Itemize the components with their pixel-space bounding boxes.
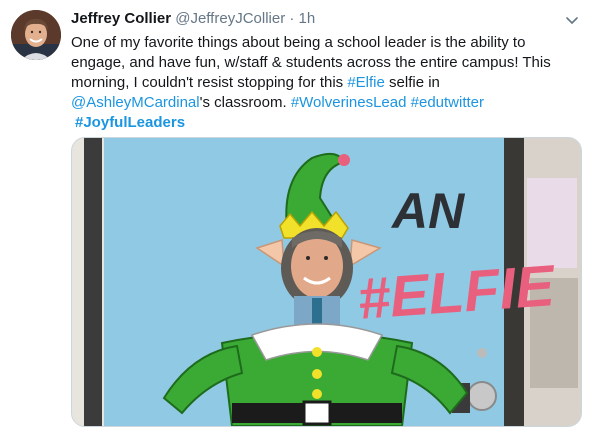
tweet-text: One of my favorite things about being a … bbox=[71, 33, 581, 133]
tweet-text-segment: selfie in bbox=[384, 74, 440, 91]
header-separator: · bbox=[289, 10, 295, 27]
tweet-card[interactable]: Jeffrey Collier @JeffreyJCollier · 1h On… bbox=[0, 0, 595, 441]
mention-link[interactable]: @AshleyMCardinal bbox=[71, 94, 200, 111]
tweet-timestamp[interactable]: 1h bbox=[299, 10, 316, 27]
tweet-line-3: morning, I couldn't resist stopping for … bbox=[71, 73, 581, 93]
tweet-text-segment: morning, I couldn't resist stopping for … bbox=[71, 74, 348, 91]
tweet-line-4: @AshleyMCardinal's classroom. #Wolverine… bbox=[71, 93, 581, 113]
author-avatar[interactable] bbox=[11, 10, 61, 60]
hashtag-edutwitter-link[interactable]: #edutwitter bbox=[411, 94, 484, 111]
tweet-line-2: engage, and have fun, w/staff & students… bbox=[71, 54, 551, 71]
tweet-photo[interactable]: AN #ELFIE bbox=[71, 137, 582, 427]
author-handle[interactable]: @JeffreyJCollier bbox=[175, 10, 285, 27]
poster-word-an: AN bbox=[390, 183, 465, 239]
chevron-down-icon[interactable] bbox=[562, 10, 582, 30]
avatar-photo bbox=[11, 10, 61, 60]
tweet-header: Jeffrey Collier @JeffreyJCollier · 1h bbox=[71, 9, 315, 29]
hashtag-elfie-link[interactable]: #Elfie bbox=[347, 74, 385, 91]
elfie-photo-illustration: AN #ELFIE bbox=[72, 138, 581, 426]
poster-word-elfie: #ELFIE bbox=[356, 253, 559, 332]
hashtag-wolverineslead-link[interactable]: #WolverinesLead bbox=[291, 94, 407, 111]
tweet-text-segment: 's classroom. bbox=[199, 94, 291, 111]
author-name[interactable]: Jeffrey Collier bbox=[71, 10, 171, 27]
tweet-line-1: One of my favorite things about being a … bbox=[71, 34, 526, 51]
hashtag-joyfulleaders-link[interactable]: #JoyfulLeaders bbox=[75, 113, 581, 133]
